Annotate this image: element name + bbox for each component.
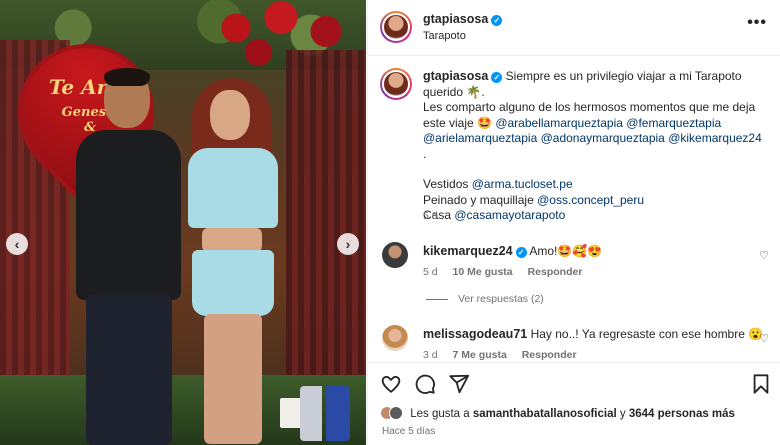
bookmark-icon[interactable] <box>750 373 772 395</box>
comment-meta: 5 d 10 Me gusta Responder <box>423 266 594 278</box>
comment-body: kikemarquez24 ✓ Amo!🤩🥰😍 <box>423 244 602 258</box>
caption-author-avatar[interactable] <box>380 68 412 100</box>
mention-link[interactable]: @arabellamarqueztapia <box>495 116 623 130</box>
post-sidebar: gtapiasosa ✓ Tarapoto ••• gtapiasosa ✓ Sie… <box>367 0 780 445</box>
comments-area[interactable]: gtapiasosa ✓ Siempre es un privilegio via… <box>368 57 780 362</box>
heart-icon[interactable] <box>380 373 402 395</box>
woman-figure <box>178 78 288 445</box>
comment-body: melissagodeau71 Hay no..! Ya regresaste … <box>423 327 763 341</box>
caption-timestamp[interactable]: 5 d <box>423 210 438 222</box>
likes-summary: Les gusta a samanthabatallanosoficial y … <box>380 406 735 420</box>
man-figure <box>68 68 188 445</box>
post-location[interactable]: Tarapoto <box>423 30 466 42</box>
mention-link[interactable]: @kikemarquez24 <box>668 131 762 145</box>
comment-likes[interactable]: 10 Me gusta <box>453 266 513 278</box>
commenter-username[interactable]: melissagodeau71 <box>423 327 527 341</box>
comment-icon[interactable] <box>414 373 436 395</box>
share-icon[interactable] <box>448 373 470 395</box>
reply-button[interactable]: Responder <box>528 266 583 278</box>
chevron-left-icon: ‹ <box>14 236 20 252</box>
verified-icon: ✓ <box>491 72 503 83</box>
verified-icon: ✓ <box>515 247 527 258</box>
comment-time[interactable]: 3 d <box>423 349 438 361</box>
mention-link[interactable]: @arma.tucloset.pe <box>472 177 573 191</box>
comment-like-heart-icon[interactable]: ♡ <box>759 249 769 262</box>
post-caption: gtapiasosa ✓ Siempre es un privilegio via… <box>423 69 762 222</box>
likes-count[interactable]: 3644 personas más <box>629 408 735 420</box>
liker-username[interactable]: samanthabatallanosoficial <box>473 408 617 420</box>
more-icon[interactable]: ••• <box>747 14 767 32</box>
vestidos-label: Vestidos <box>423 177 469 191</box>
mention-link[interactable]: @oss.concept_peru <box>537 193 644 207</box>
caption-text-4: este viaje 🤩 <box>423 115 492 130</box>
comment-likes[interactable]: 7 Me gusta <box>453 349 507 361</box>
mention-link[interactable]: @adonaymarqueztapia <box>541 131 665 145</box>
commenter-avatar[interactable] <box>382 242 408 268</box>
post-actions: Les gusta a samanthabatallanosoficial y … <box>368 362 780 445</box>
caption-text-3: Les comparto alguno de los hermosos mome… <box>423 100 756 114</box>
commenter-avatar[interactable] <box>382 325 408 351</box>
comment-meta: 3 d 7 Me gusta Responder <box>423 349 589 361</box>
drink-cans <box>300 386 350 441</box>
commenter-username[interactable]: kikemarquez24 <box>423 244 513 258</box>
mention-link[interactable]: @arielamarqueztapia <box>423 131 537 145</box>
chevron-right-icon: › <box>345 236 351 252</box>
reply-button[interactable]: Responder <box>522 349 577 361</box>
curtain-right <box>286 50 366 390</box>
previous-photo-button[interactable]: ‹ <box>6 233 28 255</box>
verified-icon: ✓ <box>491 15 503 26</box>
view-replies-link[interactable]: Ver respuestas (2) <box>426 293 544 305</box>
mention-link[interactable]: @casamayotarapoto <box>454 208 565 222</box>
post-photo[interactable]: Te Amo Genesis & ‹ › <box>0 0 366 445</box>
caption-text-2: querido 🌴. <box>423 84 485 99</box>
comment-text: Amo!🤩🥰😍 <box>529 244 603 258</box>
author-username[interactable]: gtapiasosa ✓ <box>423 12 503 26</box>
caption-text-1: Siempre es un privilegio viajar a mi Tar… <box>505 69 742 83</box>
comment-text: Hay no..! Ya regresaste con ese hombre 😮 <box>530 327 764 341</box>
peinado-label: Peinado y maquillaje <box>423 192 534 207</box>
comment-time[interactable]: 5 d <box>423 266 438 278</box>
comment-like-heart-icon[interactable]: ♡ <box>759 332 769 345</box>
next-photo-button[interactable]: › <box>337 233 359 255</box>
sign-card <box>280 398 302 428</box>
mention-link[interactable]: @femarqueztapia <box>626 116 721 130</box>
liker-avatar[interactable] <box>389 406 403 420</box>
caption-username[interactable]: gtapiasosa <box>423 69 488 83</box>
author-avatar[interactable] <box>380 11 412 43</box>
post-date[interactable]: Hace 5 días <box>382 426 435 437</box>
post-header: gtapiasosa ✓ Tarapoto ••• <box>368 0 780 56</box>
